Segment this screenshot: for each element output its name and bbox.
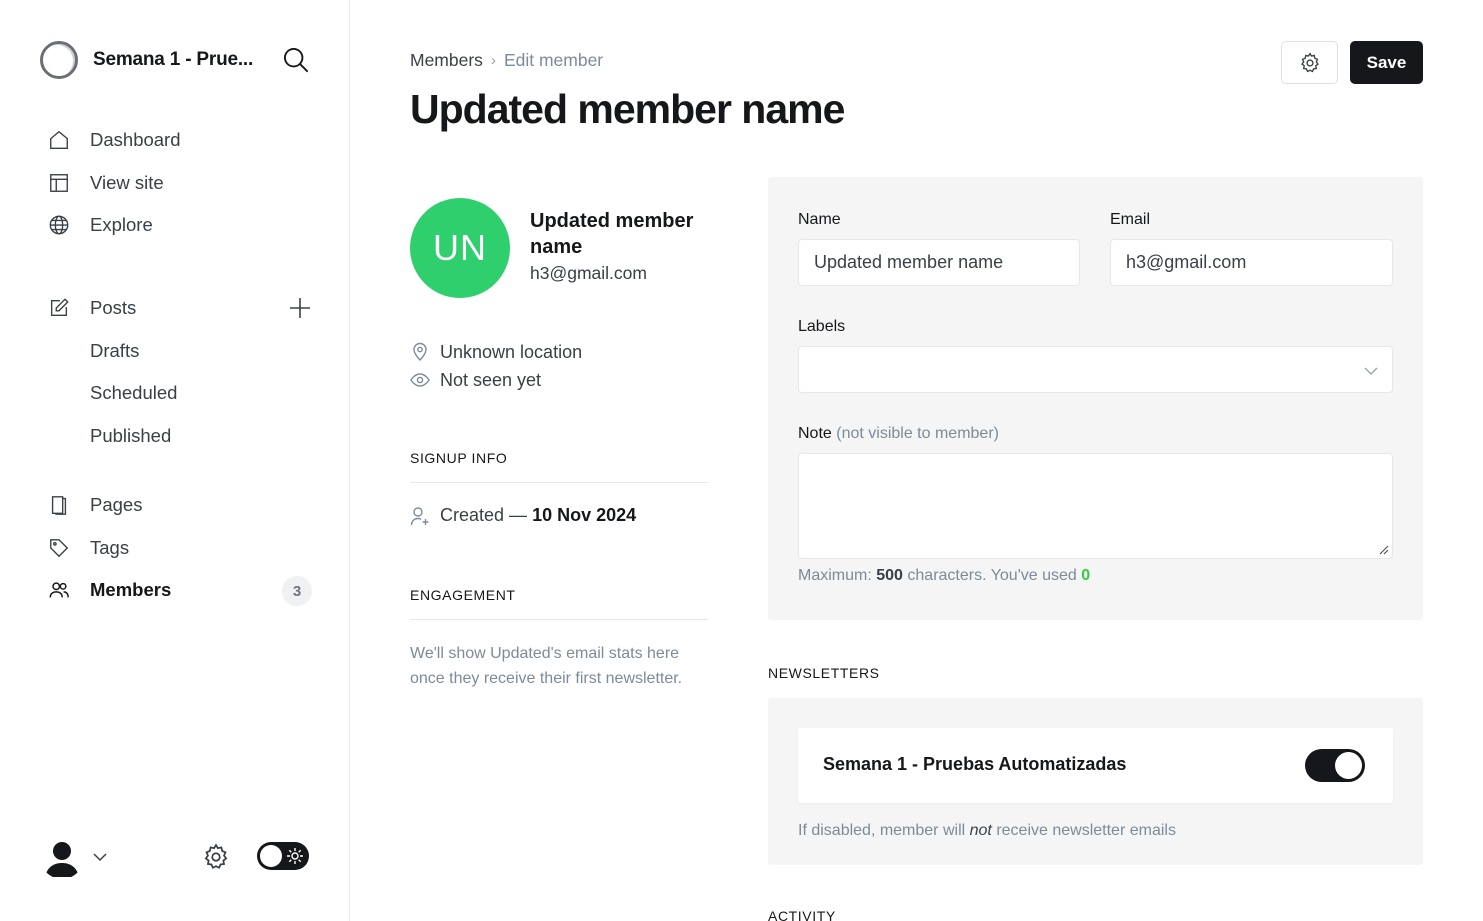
max-middle: characters. You've used [907, 567, 1077, 584]
nav-item-drafts[interactable]: Drafts [46, 330, 316, 373]
members-count-badge: 3 [282, 576, 312, 606]
edit-icon [46, 295, 72, 321]
site-title[interactable]: Semana 1 - Prue... [93, 49, 268, 71]
name-label: Name [798, 211, 841, 228]
nav-label: View site [90, 171, 164, 193]
secondary-nav: Pages Tags Members 3 [46, 484, 316, 612]
nav-label: Drafts [90, 339, 140, 361]
newsletter-note-suffix: receive newsletter emails [996, 822, 1176, 839]
member-avatar: UN [410, 198, 510, 298]
breadcrumb-members-link[interactable]: Members [410, 50, 483, 71]
location-text: Unknown location [440, 341, 583, 362]
signup-info-heading: SIGNUP INFO [410, 450, 708, 483]
nav-label: Pages [90, 494, 143, 516]
tag-icon [46, 535, 72, 561]
nav-label: Explore [90, 214, 153, 236]
created-info: Created — 10 Nov 2024 [410, 505, 636, 526]
email-label: Email [1110, 211, 1151, 228]
newsletters-heading: NEWSLETTERS [768, 665, 880, 681]
nav-item-dashboard[interactable]: Dashboard [46, 119, 316, 162]
max-prefix: Maximum: [798, 567, 872, 584]
page-title: Updated member name [410, 86, 845, 132]
nav-label: Scheduled [90, 382, 178, 404]
chevron-right-icon: › [490, 52, 496, 69]
chevron-down-icon[interactable] [92, 849, 108, 865]
nav-item-tags[interactable]: Tags [46, 527, 316, 570]
toggle-knob [260, 845, 282, 867]
engagement-text: We'll show Updated's email stats here on… [410, 645, 683, 687]
member-last-seen: Not seen yet [410, 368, 710, 392]
search-icon[interactable] [282, 46, 310, 74]
nav-label: Tags [90, 536, 130, 558]
eye-icon [410, 373, 430, 387]
breadcrumb: Members › Edit member [410, 50, 603, 71]
user-avatar[interactable] [40, 835, 84, 879]
note-label: Note (not visible to member) [798, 425, 999, 443]
resize-handle-icon[interactable] [1379, 545, 1389, 555]
member-form-panel: Name Updated member name Email h3@gmail.… [768, 177, 1423, 620]
created-date: 10 Nov 2024 [532, 505, 637, 525]
member-name: Updated member name [530, 210, 694, 258]
labels-label: Labels [798, 318, 846, 335]
nav-item-members[interactable]: Members 3 [46, 569, 316, 612]
note-character-count: Maximum: 500 characters. You've used 0 [798, 567, 1090, 585]
posts-nav: Posts Drafts Scheduled Published [46, 287, 316, 457]
newsletter-toggle[interactable] [1305, 749, 1365, 782]
theme-toggle[interactable] [257, 842, 309, 870]
primary-nav: Dashboard View site Explore [46, 119, 316, 247]
newsletters-panel: Semana 1 - Pruebas Automatizadas If disa… [768, 698, 1423, 865]
member-location: Unknown location [410, 340, 710, 364]
globe-icon [46, 212, 72, 238]
nav-label: Members [90, 579, 172, 601]
toggle-knob [1335, 752, 1362, 779]
layout-icon [46, 170, 72, 196]
engagement-heading: ENGAGEMENT [410, 587, 708, 620]
nav-label: Published [90, 424, 172, 446]
nav-item-posts[interactable]: Posts [46, 287, 316, 330]
member-email: h3@gmail.com [530, 263, 647, 283]
page-icon [46, 492, 72, 518]
note-hint: (not visible to member) [836, 425, 999, 442]
users-icon [46, 577, 72, 603]
nav-item-pages[interactable]: Pages [46, 484, 316, 527]
activity-heading: ACTIVITY [768, 908, 836, 921]
newsletter-note-prefix: If disabled, member will [798, 822, 966, 839]
newsletter-note-em: not [969, 822, 992, 839]
name-input[interactable]: Updated member name [798, 239, 1080, 286]
nav-item-view-site[interactable]: View site [46, 162, 316, 205]
sun-icon [287, 848, 303, 864]
location-pin-icon [413, 342, 427, 361]
nav-item-scheduled[interactable]: Scheduled [46, 372, 316, 415]
save-button[interactable]: Save [1350, 41, 1423, 84]
nav-item-explore[interactable]: Explore [46, 204, 316, 247]
used-count: 0 [1081, 567, 1091, 584]
user-add-icon [410, 506, 429, 525]
site-logo-icon[interactable] [40, 41, 78, 79]
last-seen-text: Not seen yet [440, 369, 542, 390]
note-textarea[interactable] [798, 453, 1393, 559]
newsletter-item: Semana 1 - Pruebas Automatizadas [798, 728, 1393, 803]
newsletter-note: If disabled, member will not receive new… [798, 822, 1176, 840]
member-settings-button[interactable] [1281, 41, 1338, 84]
newsletter-name: Semana 1 - Pruebas Automatizadas [823, 754, 1127, 774]
site-header: Semana 1 - Prue... [40, 40, 312, 80]
max-value: 500 [876, 567, 903, 584]
email-input[interactable]: h3@gmail.com [1110, 239, 1393, 286]
home-icon [46, 127, 72, 153]
sidebar-footer [40, 835, 312, 879]
nav-label: Posts [90, 297, 137, 319]
labels-select[interactable] [798, 346, 1393, 393]
note-label-text: Note [798, 425, 832, 442]
add-post-icon[interactable] [288, 296, 312, 320]
nav-label: Dashboard [90, 129, 181, 151]
breadcrumb-current: Edit member [503, 50, 604, 70]
settings-gear-icon[interactable] [202, 843, 230, 871]
gear-icon [1300, 51, 1319, 72]
nav-item-published[interactable]: Published [46, 415, 316, 458]
sidebar: Semana 1 - Prue... Dashboard View site E… [0, 0, 350, 921]
chevron-down-icon [1364, 367, 1378, 375]
created-label: Created — [440, 505, 528, 525]
